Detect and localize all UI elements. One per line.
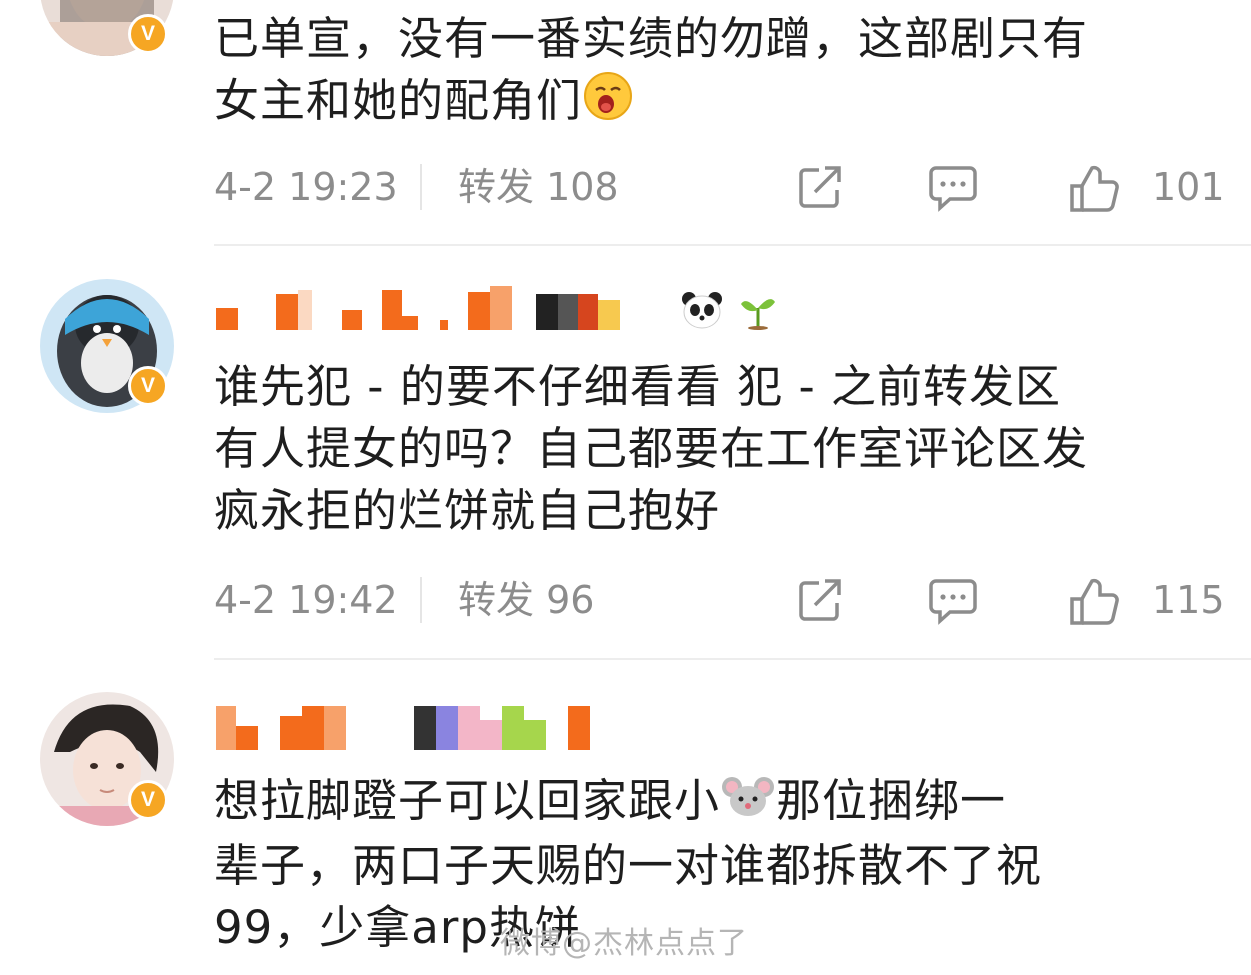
comment-divider bbox=[214, 244, 1251, 246]
comment-line-text: 那位捆绑一 bbox=[776, 774, 1007, 827]
comment-icon[interactable] bbox=[928, 577, 978, 637]
panda-emoji bbox=[680, 290, 724, 334]
comment-line: 疯永拒的烂饼就自己抱好 bbox=[214, 484, 721, 537]
meta-divider bbox=[420, 164, 422, 210]
verified-badge: V bbox=[128, 14, 168, 54]
comment-meta: 4-2 19:42 转发 96 115 bbox=[214, 575, 1225, 625]
like-icon[interactable] bbox=[1068, 164, 1122, 224]
comment-line: 辈子，两口子天赐的一对谁都拆散不了祝 bbox=[214, 839, 1043, 892]
watermark: 微博@杰林点点了 bbox=[500, 926, 748, 961]
comment-line: 有人提女的吗？自己都要在工作室评论区发 bbox=[214, 422, 1089, 475]
meta-divider bbox=[420, 577, 422, 623]
comment-icon[interactable] bbox=[928, 164, 978, 224]
share-icon[interactable] bbox=[797, 164, 845, 222]
forward-count[interactable]: 转发 108 bbox=[458, 162, 619, 212]
comment-line-text: 想拉脚蹬子可以回家跟小 bbox=[214, 774, 721, 827]
like-icon[interactable] bbox=[1068, 577, 1122, 637]
timestamp: 4-2 19:23 bbox=[214, 165, 398, 209]
sprout-emoji bbox=[738, 290, 778, 334]
comment-line: 已单宣，没有一番实绩的勿蹭，这部剧只有 bbox=[214, 12, 1089, 65]
like-count: 115 bbox=[1152, 578, 1225, 622]
yawn-emoji bbox=[582, 70, 634, 138]
comment-text: 谁先犯 - 的要不仔细看看 犯 - 之前转发区 有人提女的吗？自己都要在工作室评… bbox=[214, 356, 1224, 542]
username-obscured[interactable] bbox=[216, 286, 620, 330]
comment-line-text: 女主和她的配角们 bbox=[214, 74, 583, 127]
timestamp: 4-2 19:42 bbox=[214, 578, 398, 622]
comment-text: 已单宣，没有一番实绩的勿蹭，这部剧只有 女主和她的配角们 bbox=[214, 8, 1224, 138]
comment-divider bbox=[214, 658, 1251, 660]
like-count: 101 bbox=[1152, 165, 1225, 209]
share-icon[interactable] bbox=[797, 577, 845, 635]
comment-line: 女主和她的配角们 bbox=[214, 70, 1224, 138]
mouse-emoji bbox=[720, 773, 776, 835]
comment-line: 想拉脚蹬子可以回家跟小 那位捆绑一 bbox=[214, 770, 1224, 835]
comment-meta: 4-2 19:23 转发 108 101 bbox=[214, 162, 1225, 212]
username-obscured[interactable] bbox=[216, 706, 590, 750]
verified-badge: V bbox=[128, 366, 168, 406]
verified-badge: V bbox=[128, 780, 168, 820]
comment-line: 谁先犯 - 的要不仔细看看 犯 - 之前转发区 bbox=[214, 360, 1061, 413]
forward-count[interactable]: 转发 96 bbox=[458, 575, 594, 625]
